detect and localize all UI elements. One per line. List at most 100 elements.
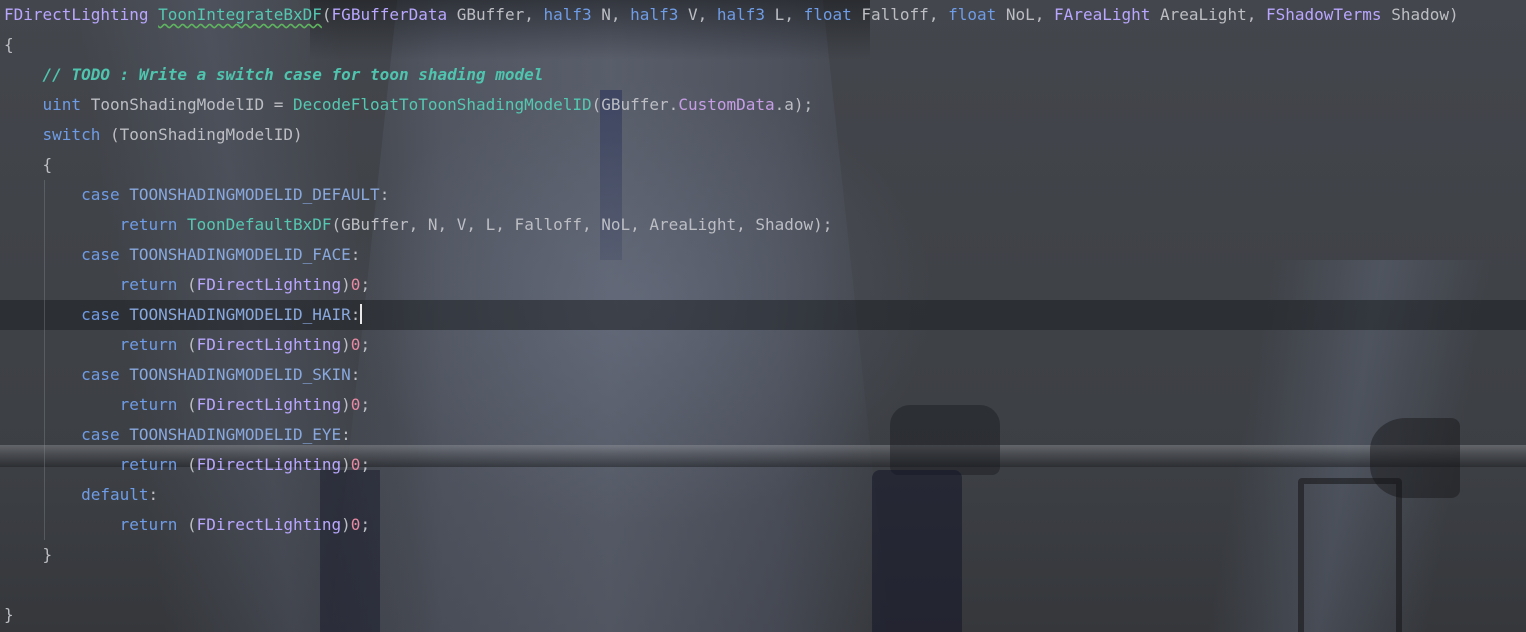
code-line[interactable]: default: [0,480,1526,510]
code-token: TOONSHADINGMODELID_EYE [129,425,342,444]
code-token: ( [177,455,197,474]
code-line[interactable]: case TOONSHADINGMODELID_HAIR: [0,300,1526,330]
code-token: 0 [350,395,361,414]
code-token: } [4,545,53,564]
code-token: 0 [350,515,361,534]
code-line[interactable]: } [0,540,1526,570]
code-line[interactable]: case TOONSHADINGMODELID_FACE: [0,240,1526,270]
code-token: FDirectLighting [196,335,342,354]
code-token: : [350,365,361,384]
indent-guide [44,180,45,210]
code-token: ( [177,275,197,294]
code-line[interactable]: FDirectLighting ToonIntegrateBxDF(FGBuff… [0,0,1526,30]
code-token: : [148,485,159,504]
code-token: Falloff, [851,5,949,24]
code-token: V, [678,5,717,24]
code-line[interactable] [0,570,1526,600]
code-token: : [341,425,351,444]
code-line[interactable]: return (FDirectLighting)0; [0,270,1526,300]
text-caret [360,304,363,324]
code-token: float [948,5,997,24]
code-line[interactable]: return (FDirectLighting)0; [0,510,1526,540]
code-token: ; [360,455,371,474]
code-token: float [803,5,852,24]
code-line[interactable]: // TODO : Write a switch case for toon s… [0,60,1526,90]
code-token: half3 [543,5,592,24]
code-line[interactable]: return ToonDefaultBxDF(GBuffer, N, V, L,… [0,210,1526,240]
code-line[interactable]: case TOONSHADINGMODELID_DEFAULT: [0,180,1526,210]
code-token: : [350,305,361,324]
code-token: case [81,425,120,444]
code-token: L, [765,5,804,24]
code-token: FDirectLighting [196,515,342,534]
code-area[interactable]: FDirectLighting ToonIntegrateBxDF(FGBuff… [0,0,1526,630]
code-token: ToonShadingModelID = [81,95,293,114]
code-token: : [350,245,361,264]
code-token: return [119,395,178,414]
code-token: { [4,35,14,54]
code-line[interactable]: case TOONSHADINGMODELID_EYE: [0,420,1526,450]
code-token: ToonDefaultBxDF [187,215,332,234]
code-token: 0 [350,275,361,294]
code-line[interactable]: return (FDirectLighting)0; [0,450,1526,480]
code-editor[interactable]: FDirectLighting ToonIntegrateBxDF(FGBuff… [0,0,1526,632]
code-token: CustomData [678,95,775,114]
code-token: default [81,485,149,504]
code-token: TOONSHADINGMODELID_SKIN [129,365,351,384]
code-token: ) [341,275,351,294]
code-token: Shadow) [1381,5,1459,24]
code-token: (GBuffer. [591,95,679,114]
code-line[interactable]: } [0,600,1526,630]
code-token: ; [360,395,371,414]
code-line[interactable]: switch (ToonShadingModelID) [0,120,1526,150]
code-token: { [4,155,53,174]
code-token: FAreaLight [1054,5,1151,24]
indent-guide [44,480,45,510]
code-token: NoL, [996,5,1055,24]
code-token: AreaLight, [1150,5,1266,24]
code-token: ( [321,5,332,24]
code-line[interactable]: { [0,30,1526,60]
code-token: ( [177,515,197,534]
code-token: ( [177,335,197,354]
code-token: N, [591,5,631,24]
code-token: TOONSHADINGMODELID_HAIR [129,305,351,324]
code-token: ) [341,455,351,474]
code-token: 0 [350,455,361,474]
code-line[interactable]: return (FDirectLighting)0; [0,390,1526,420]
indent-guide [44,210,45,240]
code-token: FDirectLighting [4,5,149,24]
code-line[interactable]: { [0,150,1526,180]
code-token: TOONSHADINGMODELID_FACE [129,245,351,264]
code-token: } [4,605,14,624]
code-token: ; [360,515,371,534]
code-token: case [81,365,120,384]
code-token: case [81,245,120,264]
code-token: ToonIntegrateBxDF [158,5,322,24]
code-token: (GBuffer, N, V, L, Falloff, NoL, AreaLig… [331,215,833,234]
code-line[interactable]: uint ToonShadingModelID = DecodeFloatToT… [0,90,1526,120]
code-token: ) [341,335,351,354]
code-line[interactable]: case TOONSHADINGMODELID_SKIN: [0,360,1526,390]
code-token: : [379,185,390,204]
code-token: case [81,305,120,324]
code-token: FShadowTerms [1265,5,1382,24]
code-token: return [119,515,178,534]
code-line[interactable]: return (FDirectLighting)0; [0,330,1526,360]
indent-guide [44,450,45,480]
indent-guide [44,240,45,270]
indent-guide [44,360,45,390]
